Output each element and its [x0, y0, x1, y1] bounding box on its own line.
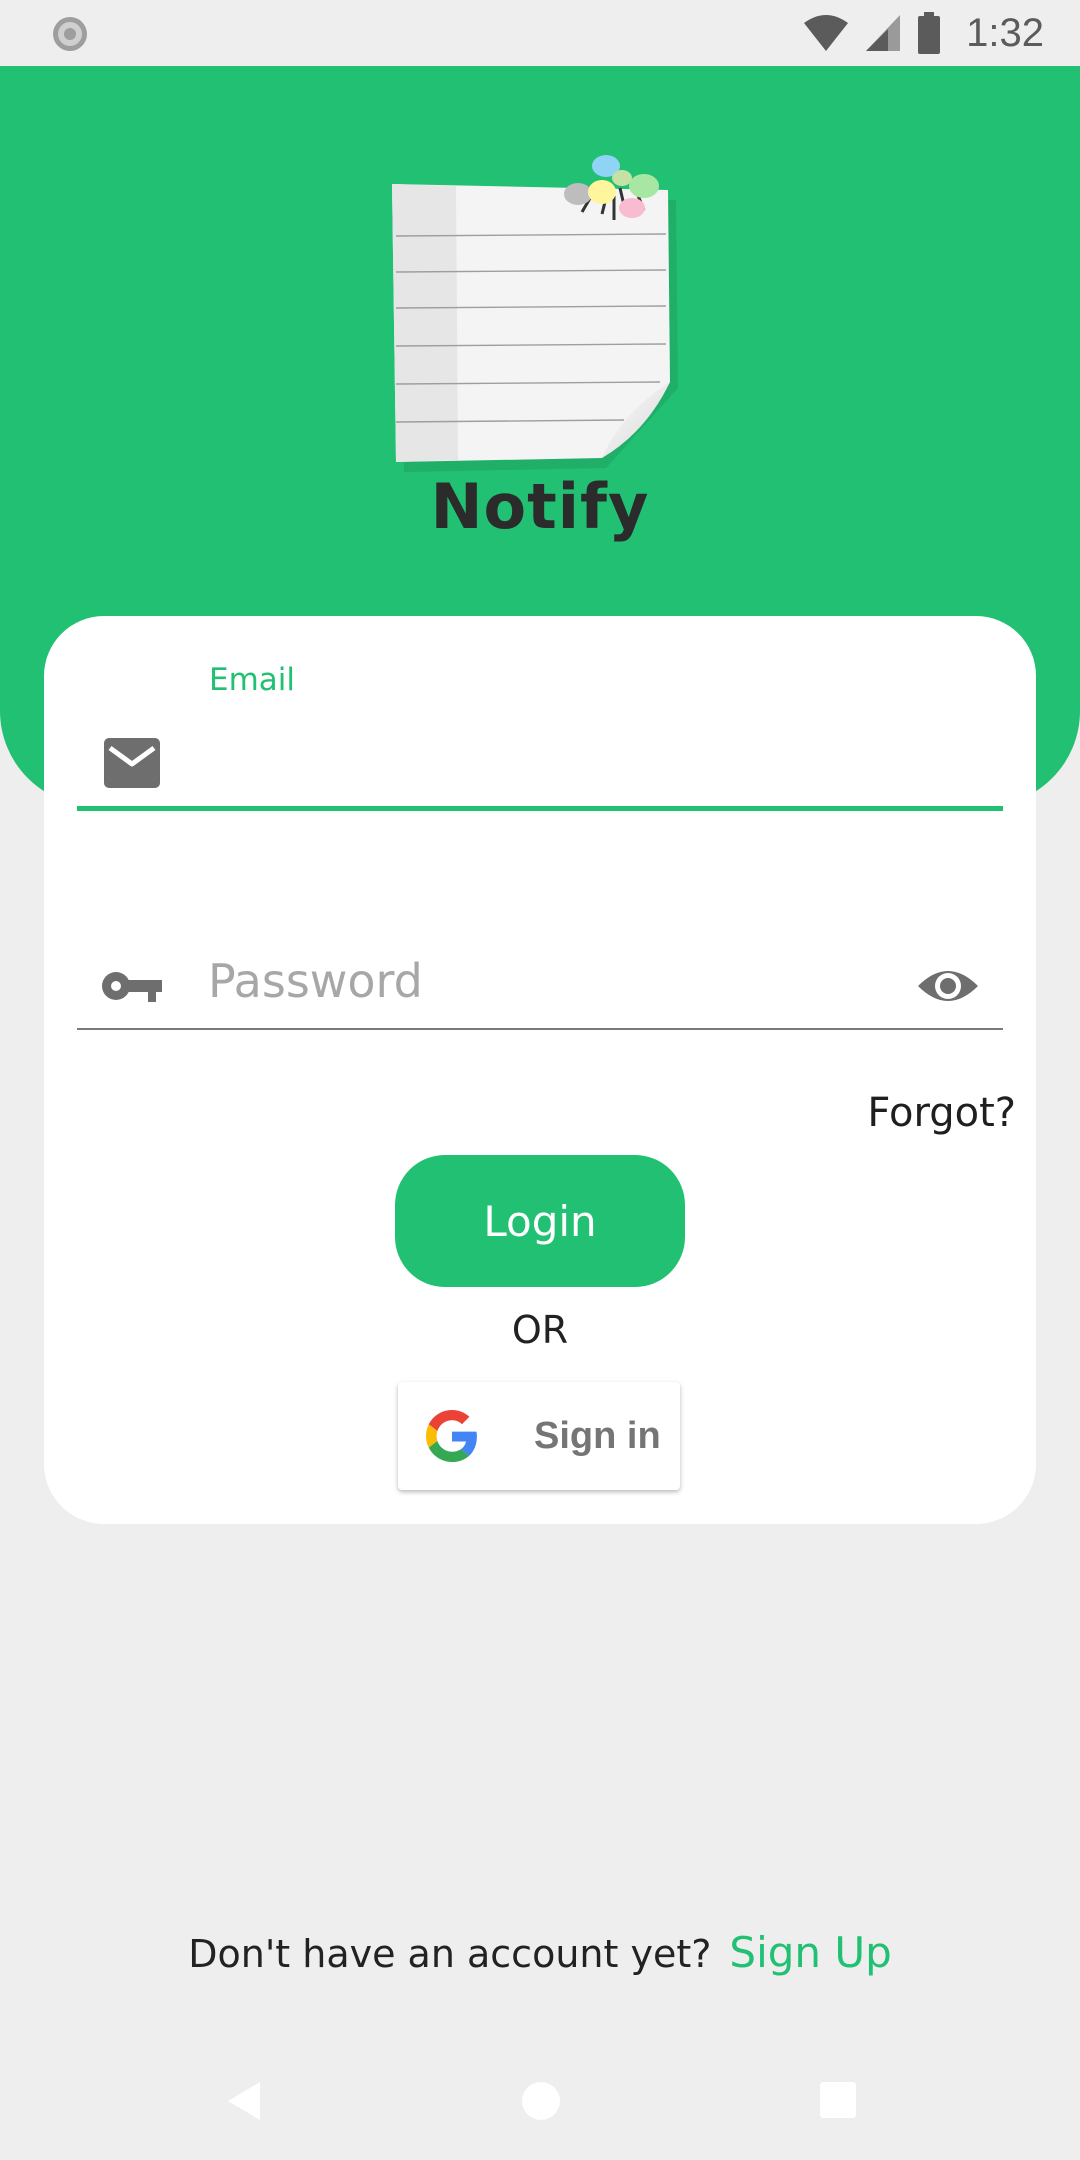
- email-field[interactable]: [208, 718, 988, 798]
- signal-icon: [866, 15, 901, 51]
- password-field[interactable]: [208, 946, 888, 1016]
- home-icon[interactable]: [522, 2082, 560, 2120]
- battery-icon: [918, 12, 941, 54]
- key-icon: [102, 972, 162, 1002]
- signup-prompt-row: Don't have an account yet? Sign Up: [0, 1928, 1080, 1977]
- signup-prompt-text: Don't have an account yet?: [188, 1932, 712, 1976]
- email-label: Email: [209, 662, 296, 698]
- back-icon[interactable]: [224, 2080, 264, 2122]
- notepad-with-pins-icon: [392, 155, 678, 472]
- app-name: Notify: [430, 470, 650, 543]
- email-field-underline: [77, 806, 1003, 811]
- wifi-icon: [804, 15, 849, 51]
- email-icon: [104, 738, 160, 788]
- login-button-label: Login: [483, 1196, 597, 1246]
- login-button[interactable]: Login: [395, 1155, 685, 1287]
- sign-up-link[interactable]: Sign Up: [729, 1928, 891, 1977]
- recents-icon[interactable]: [820, 2082, 856, 2118]
- password-field-underline: [77, 1028, 1003, 1030]
- status-time: 1:32: [966, 10, 1044, 55]
- status-icons: 1:32: [802, 8, 1044, 58]
- google-sign-in-button[interactable]: Sign in: [398, 1382, 680, 1490]
- google-sign-in-label: Sign in: [534, 1415, 661, 1457]
- navigation-bar: [0, 2040, 1080, 2160]
- eye-icon[interactable]: [916, 960, 980, 1012]
- google-icon: [426, 1410, 477, 1462]
- or-divider-text: OR: [511, 1308, 569, 1352]
- status-bar: 1:32: [0, 0, 1080, 66]
- forgot-password-link[interactable]: Forgot?: [867, 1090, 1016, 1136]
- notification-icon: [53, 17, 87, 51]
